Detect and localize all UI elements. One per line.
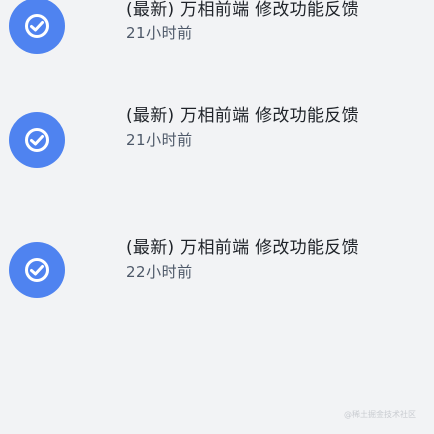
check-circle-icon bbox=[9, 0, 65, 54]
item-title: (最新) 万相前端 修改功能反馈 bbox=[126, 0, 359, 20]
item-time: 21小时前 bbox=[126, 131, 193, 149]
item-title: (最新) 万相前端 修改功能反馈 bbox=[126, 238, 359, 258]
item-time: 21小时前 bbox=[126, 24, 193, 42]
check-icon bbox=[25, 14, 49, 38]
check-icon bbox=[25, 128, 49, 152]
item-time: 22小时前 bbox=[126, 263, 193, 281]
item-title: (最新) 万相前端 修改功能反馈 bbox=[126, 106, 359, 126]
watermark: @稀土掘金技术社区 bbox=[344, 410, 416, 419]
check-circle-icon bbox=[9, 112, 65, 168]
list-item[interactable]: (最新) 万相前端 修改功能反馈 22小时前 bbox=[0, 222, 434, 322]
check-circle-icon bbox=[9, 242, 65, 298]
list-item[interactable]: (最新) 万相前端 修改功能反馈 21小时前 bbox=[0, 90, 434, 190]
check-icon bbox=[25, 258, 49, 282]
list-item[interactable]: (最新) 万相前端 修改功能反馈 21小时前 bbox=[0, 0, 434, 64]
notification-list: (最新) 万相前端 修改功能反馈 21小时前 (最新) 万相前端 修改功能反馈 … bbox=[0, 0, 434, 434]
